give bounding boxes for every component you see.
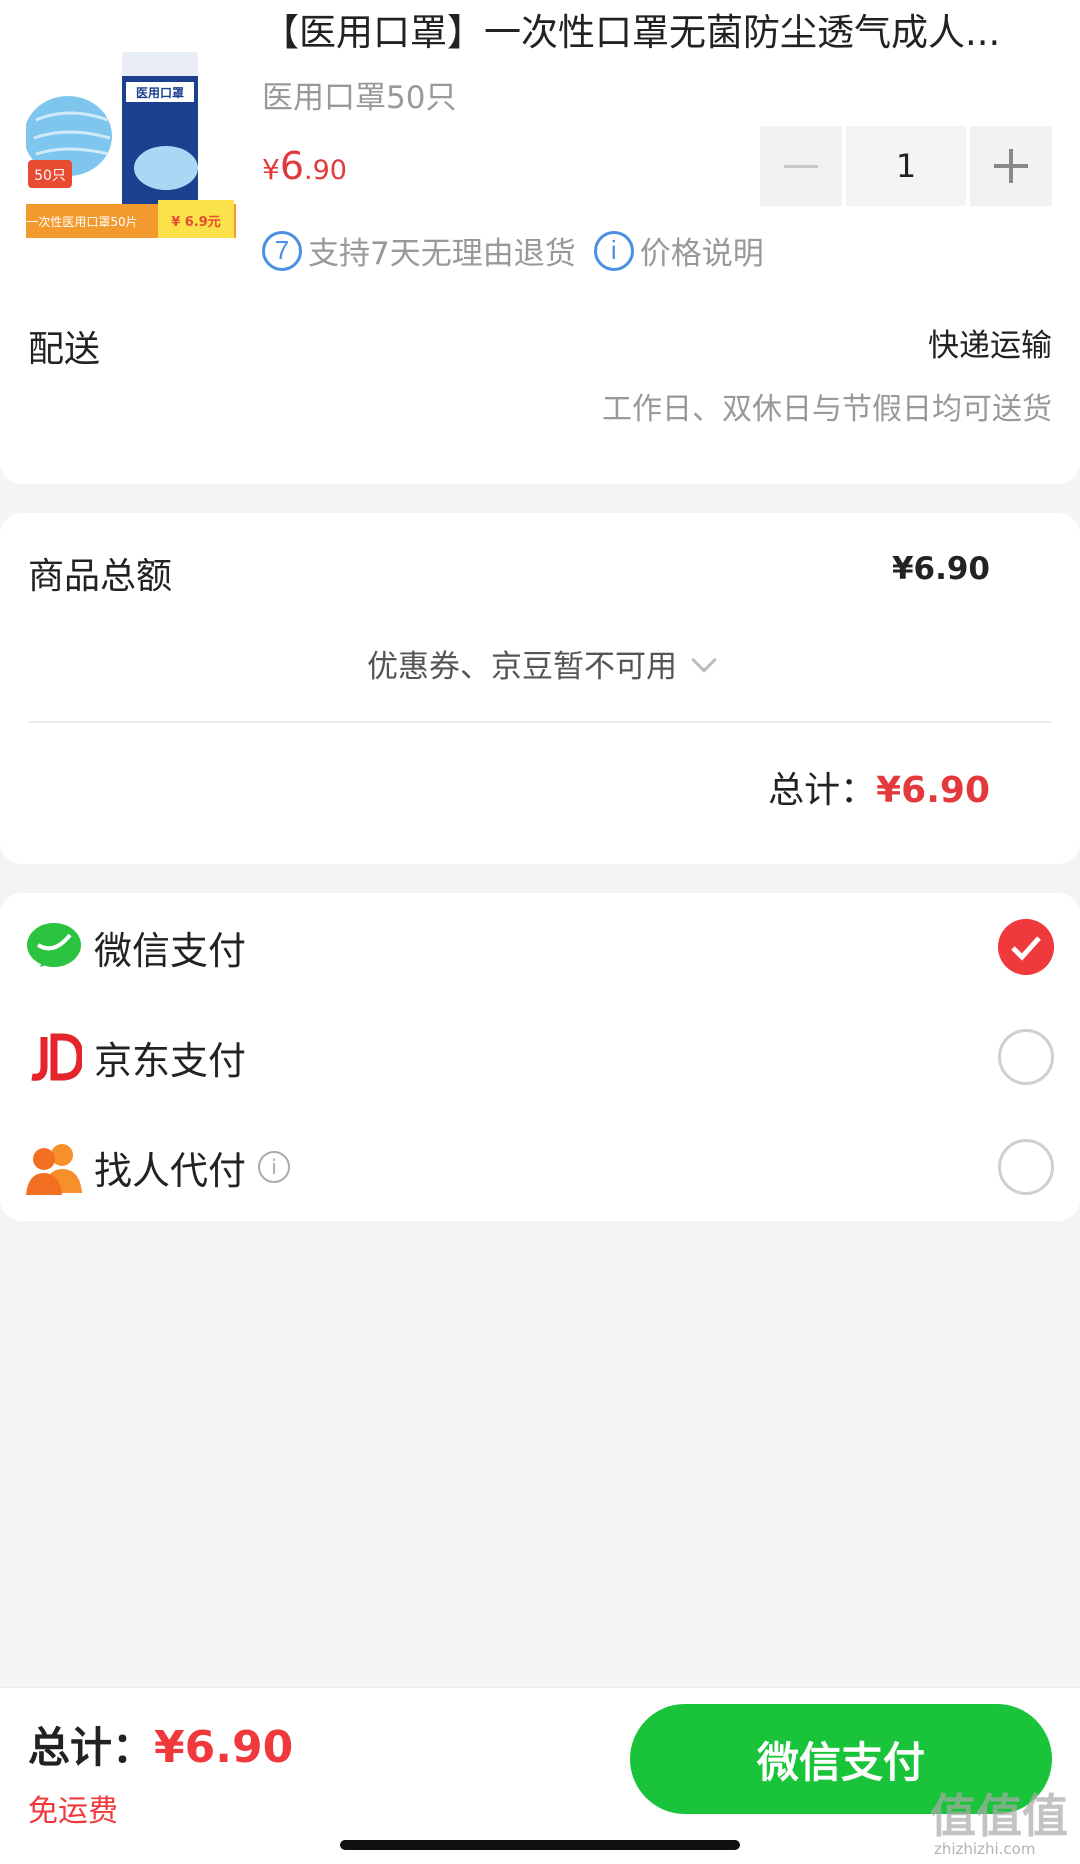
payment-option-friend[interactable]: 找人代付 i [0, 1117, 1080, 1217]
price-note-link[interactable]: 价格说明 [640, 228, 764, 273]
checkout-bar: 总计：¥6.90 免运费 微信支付 [0, 1687, 1080, 1864]
radio-unchecked-icon[interactable] [998, 1029, 1054, 1085]
jd-icon [31, 1033, 82, 1081]
price-currency: ¥ [262, 153, 280, 186]
payment-label: 微信支付 [94, 928, 247, 973]
service-row: 7 支持7天无理由退货 i 价格说明 [262, 228, 764, 273]
payment-label: 找人代付 [94, 1148, 247, 1193]
seven-day-return-icon: 7 [262, 230, 302, 271]
coupon-selector[interactable]: 优惠券、京豆暂不可用 [0, 641, 1080, 686]
svg-text:¥ 6.9元: ¥ 6.9元 [171, 215, 221, 230]
wechat-icon [27, 923, 81, 967]
delivery-label: 配送 [28, 329, 101, 370]
svg-text:一次性医用口罩50片: 一次性医用口罩50片 [26, 215, 137, 229]
delivery-description: 工作日、双休日与节假日均可送货 [602, 392, 1052, 427]
watermark-url: zhizhizhi.com [934, 1840, 1036, 1858]
subtotal-value: ¥6.90 [891, 551, 990, 587]
quantity-stepper: 1 [760, 126, 1052, 206]
payment-label: 京东支付 [94, 1038, 247, 1083]
total-label: 总计： [768, 770, 877, 811]
bottom-total-label: 总计： [28, 1723, 155, 1772]
minus-icon [784, 164, 818, 168]
payment-option-wechat[interactable]: 微信支付 [0, 897, 1080, 997]
total-value: ¥6.90 [876, 770, 990, 811]
divider [28, 721, 1052, 723]
decrease-button[interactable] [760, 126, 842, 206]
bottom-total: 总计：¥6.90 [28, 1714, 293, 1775]
payment-card: 微信支付 京东支付 找人代付 i [0, 893, 1080, 1221]
friends-icon [26, 1144, 82, 1195]
product-title[interactable]: 【医用口罩】一次性口罩无菌防尘透气成人... [262, 8, 1042, 58]
return-policy-text[interactable]: 支持7天无理由退货 [308, 228, 576, 273]
chevron-down-icon [691, 647, 717, 673]
subtotal-label: 商品总额 [28, 556, 173, 597]
info-icon[interactable]: i [258, 1151, 290, 1183]
price-decimal: .90 [304, 155, 347, 186]
payment-option-jd[interactable]: 京东支付 [0, 1007, 1080, 1107]
bottom-total-value: ¥6.90 [154, 1722, 294, 1773]
delivery-method[interactable]: 快递运输 [928, 320, 1052, 365]
product-card: 医用口罩 50只 一次性医用口罩50片 ¥ 6.9元 【医用口罩】一次性口罩无菌… [0, 0, 1080, 484]
amount-card: 商品总额 ¥6.90 优惠券、京豆暂不可用 总计：¥6.90 [0, 513, 1080, 864]
watermark: 值值值 [930, 1789, 1068, 1843]
svg-text:50只: 50只 [34, 168, 66, 184]
radio-checked-icon[interactable] [998, 919, 1054, 975]
svg-text:医用口罩: 医用口罩 [136, 86, 184, 100]
product-price: ¥6.90 [262, 144, 347, 188]
plus-icon [994, 149, 1028, 183]
product-thumbnail[interactable]: 医用口罩 50只 一次性医用口罩50片 ¥ 6.9元 [26, 50, 236, 240]
home-indicator[interactable] [340, 1840, 740, 1850]
coupon-text: 优惠券、京豆暂不可用 [367, 649, 677, 685]
product-spec: 医用口罩50只 [262, 80, 457, 116]
free-shipping-label: 免运费 [28, 1794, 118, 1829]
quantity-value[interactable]: 1 [846, 126, 966, 206]
info-icon: i [593, 230, 634, 271]
price-integer: 6 [279, 144, 305, 188]
increase-button[interactable] [970, 126, 1052, 206]
order-total: 总计：¥6.90 [768, 761, 990, 813]
radio-unchecked-icon[interactable] [998, 1139, 1054, 1195]
